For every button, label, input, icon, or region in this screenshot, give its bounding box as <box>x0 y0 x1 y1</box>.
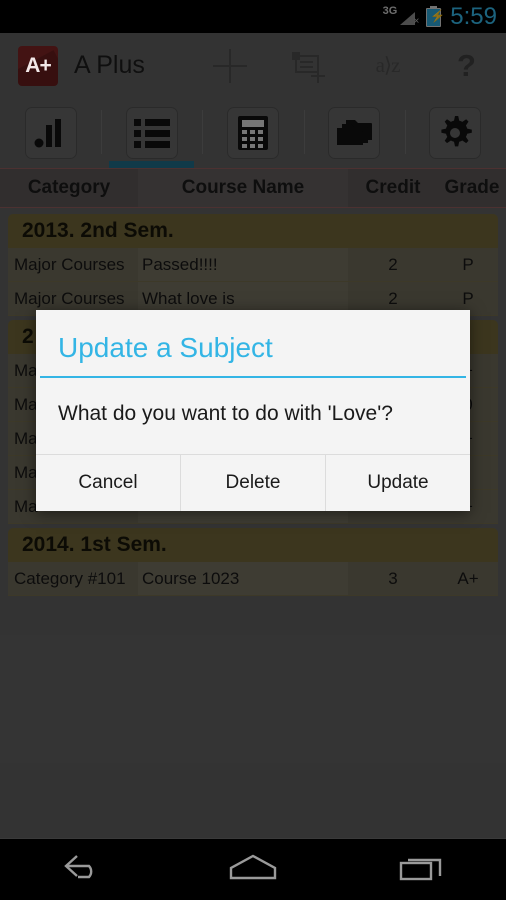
phone-screen: 3G × ⚡ 5:59 A+ A Plus a⟩z ? Category Cou… <box>0 0 506 900</box>
update-button[interactable]: Update <box>325 455 470 512</box>
recent-apps-button[interactable] <box>337 852 506 887</box>
dialog-message: What do you want to do with 'Love'? <box>58 402 393 425</box>
home-button[interactable] <box>169 852 338 887</box>
back-arrow-icon <box>61 852 107 887</box>
back-button[interactable] <box>0 852 169 887</box>
app-logo-text: A+ <box>25 53 51 77</box>
delete-button[interactable]: Delete <box>180 455 325 512</box>
system-navigation-bar <box>0 838 506 900</box>
cancel-button[interactable]: Cancel <box>36 455 180 511</box>
home-icon <box>225 852 281 887</box>
recent-apps-icon <box>397 852 447 887</box>
dialog-title: Update a Subject <box>58 332 273 363</box>
update-subject-dialog: Update a Subject What do you want to do … <box>36 310 470 512</box>
dialog-button-bar: Cancel Delete Update <box>36 454 470 512</box>
